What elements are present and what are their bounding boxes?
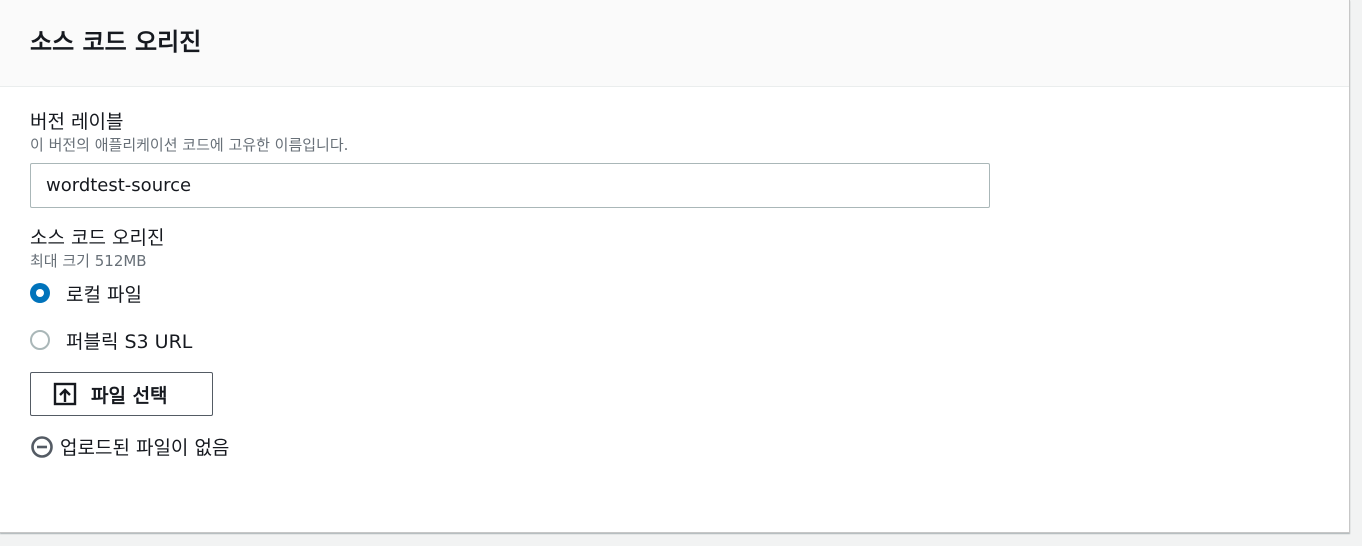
radio-option-public-s3-url[interactable]: 퍼블릭 S3 URL — [30, 325, 1349, 355]
radio-label-local-file: 로컬 파일 — [66, 283, 142, 306]
upload-icon — [53, 382, 77, 406]
upload-status: 업로드된 파일이 없음 — [30, 433, 1349, 460]
source-origin-description: 최대 크기 512MB — [30, 252, 147, 270]
version-label-description: 이 버전의 애플리케이션 코드에 고유한 이름입니다. — [30, 136, 349, 154]
upload-status-text: 업로드된 파일이 없음 — [60, 437, 230, 459]
version-label-group: 버전 레이블 이 버전의 애플리케이션 코드에 고유한 이름입니다. — [30, 109, 1349, 208]
radio-button-local-file[interactable] — [30, 283, 50, 303]
radio-option-local-file[interactable]: 로컬 파일 — [30, 278, 1349, 308]
panel-header: 소스 코드 오리진 — [0, 0, 1349, 87]
radio-button-public-s3-url[interactable] — [30, 330, 50, 350]
radio-label-public-s3-url: 퍼블릭 S3 URL — [66, 330, 193, 353]
choose-file-button-label: 파일 선택 — [91, 384, 168, 407]
version-label-input[interactable] — [30, 163, 990, 208]
source-code-origin-panel: 소스 코드 오리진 버전 레이블 이 버전의 애플리케이션 코드에 고유한 이름… — [0, 0, 1350, 533]
version-label-label: 버전 레이블 — [30, 111, 124, 133]
panel-title: 소스 코드 오리진 — [30, 28, 202, 56]
minus-circle-icon — [31, 435, 53, 458]
source-origin-radio-group: 로컬 파일 퍼블릭 S3 URL — [30, 278, 1349, 355]
source-origin-group: 소스 코드 오리진 최대 크기 512MB 로컬 파일 퍼블릭 S3 URL 파… — [30, 225, 1349, 460]
panel-body: 버전 레이블 이 버전의 애플리케이션 코드에 고유한 이름입니다. 소스 코드… — [0, 87, 1349, 460]
choose-file-button[interactable]: 파일 선택 — [30, 372, 213, 416]
source-origin-label: 소스 코드 오리진 — [30, 227, 165, 249]
